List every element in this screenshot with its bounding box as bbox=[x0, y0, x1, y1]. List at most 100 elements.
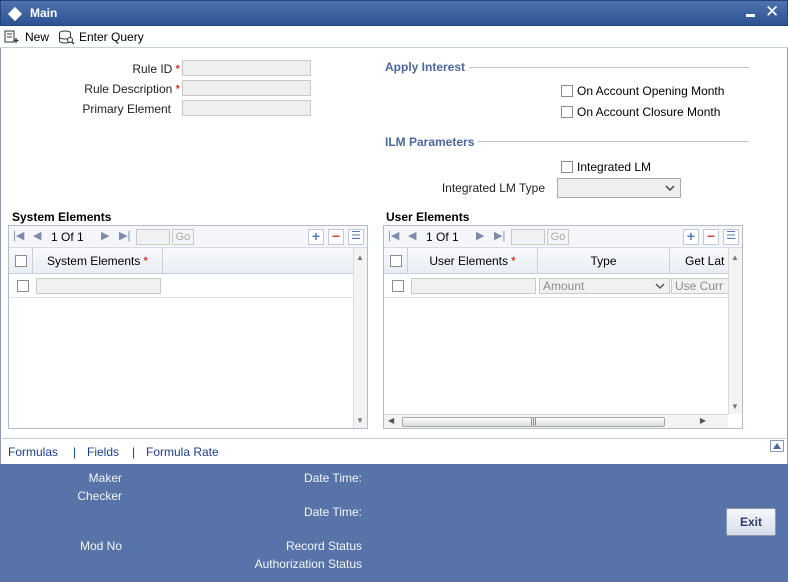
go-button[interactable]: Go bbox=[547, 229, 569, 245]
previous-page-icon[interactable]: ◀ bbox=[33, 229, 41, 242]
integrated-lm-type-select[interactable] bbox=[557, 178, 681, 198]
record-status-label: Record Status bbox=[285, 539, 362, 553]
next-page-icon[interactable]: ▶ bbox=[476, 229, 484, 242]
minimize-icon[interactable] bbox=[745, 9, 757, 19]
page-number-input[interactable] bbox=[136, 229, 170, 245]
select-all-cell bbox=[9, 248, 33, 274]
last-page-icon[interactable]: ▶| bbox=[494, 229, 505, 242]
row-select-checkbox[interactable] bbox=[392, 280, 404, 292]
formula-rate-link[interactable]: Formula Rate bbox=[146, 445, 219, 459]
scroll-right-icon[interactable]: ▶ bbox=[700, 416, 706, 425]
system-elements-grid: |◀ ◀ 1 Of 1 ▶ ▶| Go + − ☰ System Element… bbox=[8, 225, 368, 429]
rule-id-label: Rule ID * bbox=[132, 62, 180, 76]
on-account-closure-month-option[interactable]: On Account Closure Month bbox=[561, 105, 720, 119]
close-icon[interactable]: ✕ bbox=[765, 2, 779, 22]
integrated-lm-type-label: Integrated LM Type bbox=[441, 181, 545, 195]
add-row-icon[interactable]: + bbox=[308, 229, 324, 245]
user-element-input[interactable] bbox=[411, 278, 536, 294]
scroll-up-icon[interactable]: ▲ bbox=[356, 253, 364, 262]
formulas-link[interactable]: Formulas bbox=[8, 445, 58, 459]
collapse-icon[interactable] bbox=[770, 440, 784, 452]
primary-element-field[interactable] bbox=[182, 100, 311, 116]
toolbar: New Enter Query bbox=[0, 26, 788, 48]
page-indicator: 1 Of 1 bbox=[426, 230, 459, 244]
apply-interest-title: Apply Interest bbox=[385, 60, 470, 74]
user-elements-title: User Elements bbox=[386, 210, 470, 224]
maker-label: Maker bbox=[88, 471, 122, 485]
fields-link[interactable]: Fields bbox=[87, 445, 119, 459]
on-account-opening-month-checkbox[interactable] bbox=[561, 85, 573, 97]
window-titlebar: Main ✕ bbox=[0, 0, 788, 26]
row-select-checkbox[interactable] bbox=[17, 280, 29, 292]
last-page-icon[interactable]: ▶| bbox=[119, 229, 130, 242]
link-separator: | bbox=[73, 445, 77, 459]
link-bar: Formulas | Fields | Formula Rate bbox=[0, 438, 788, 464]
new-label: New bbox=[25, 30, 50, 44]
select-all-checkbox[interactable] bbox=[14, 255, 27, 267]
app-diamond-icon bbox=[7, 6, 23, 22]
system-elements-header: System Elements * bbox=[9, 248, 353, 274]
integrated-lm-option[interactable]: Integrated LM bbox=[561, 160, 651, 174]
scroll-down-icon[interactable]: ▼ bbox=[731, 402, 739, 411]
link-separator: | bbox=[132, 445, 136, 459]
vertical-scrollbar[interactable]: ▲ ▼ bbox=[728, 248, 742, 414]
enter-query-icon bbox=[59, 30, 75, 44]
previous-page-icon[interactable]: ◀ bbox=[408, 229, 416, 242]
table-row: Amount Use Curr bbox=[384, 274, 728, 298]
authorization-status-label: Authorization Status bbox=[254, 557, 362, 571]
page-indicator: 1 Of 1 bbox=[51, 230, 84, 244]
date-time-checker-label: Date Time: bbox=[303, 505, 362, 519]
delete-row-icon[interactable]: − bbox=[703, 229, 719, 245]
scroll-down-icon[interactable]: ▼ bbox=[356, 416, 364, 425]
type-column-header: Type bbox=[538, 248, 670, 273]
system-elements-pager: |◀ ◀ 1 Of 1 ▶ ▶| Go + − ☰ bbox=[9, 226, 367, 248]
on-account-opening-month-option[interactable]: On Account Opening Month bbox=[561, 84, 724, 98]
mod-no-label: Mod No bbox=[79, 539, 122, 553]
rule-description-label: Rule Description * bbox=[84, 82, 180, 96]
new-icon bbox=[4, 30, 19, 43]
enter-query-label: Enter Query bbox=[79, 30, 144, 44]
integrated-lm-label: Integrated LM bbox=[577, 160, 652, 174]
on-account-closure-month-label: On Account Closure Month bbox=[577, 105, 721, 119]
first-page-icon[interactable]: |◀ bbox=[388, 229, 399, 242]
select-all-cell bbox=[384, 248, 408, 273]
single-view-icon[interactable]: ☰ bbox=[723, 229, 739, 245]
rule-id-field[interactable] bbox=[182, 60, 311, 76]
audit-panel: Maker Checker Mod No Date Time: Date Tim… bbox=[0, 464, 788, 582]
primary-element-label: Primary Element bbox=[82, 102, 171, 116]
new-button[interactable]: New bbox=[4, 28, 49, 46]
first-page-icon[interactable]: |◀ bbox=[13, 229, 24, 242]
scroll-up-icon[interactable]: ▲ bbox=[731, 253, 739, 262]
go-button[interactable]: Go bbox=[172, 229, 194, 245]
get-latest-column-header: Get Lat bbox=[670, 248, 728, 273]
scroll-left-icon[interactable]: ◀ bbox=[388, 416, 394, 425]
on-account-closure-month-checkbox[interactable] bbox=[561, 106, 573, 118]
delete-row-icon[interactable]: − bbox=[328, 229, 344, 245]
checker-label: Checker bbox=[77, 489, 122, 503]
rule-description-field[interactable] bbox=[182, 80, 311, 96]
window-title: Main bbox=[30, 6, 58, 20]
table-row bbox=[9, 274, 353, 298]
add-row-icon[interactable]: + bbox=[683, 229, 699, 245]
exit-button[interactable]: Exit bbox=[726, 508, 776, 536]
integrated-lm-checkbox[interactable] bbox=[561, 161, 573, 173]
type-select[interactable]: Amount bbox=[539, 278, 670, 294]
on-account-opening-month-label: On Account Opening Month bbox=[577, 84, 725, 98]
horizontal-scroll-thumb[interactable]: ||| bbox=[402, 417, 665, 427]
horizontal-scrollbar[interactable]: ◀ ||| ▶ bbox=[384, 414, 728, 428]
main-form: Rule ID * Rule Description * Primary Eleme… bbox=[0, 48, 788, 438]
system-element-input[interactable] bbox=[36, 278, 161, 294]
single-view-icon[interactable]: ☰ bbox=[348, 229, 364, 245]
ilm-parameters-title: ILM Parameters bbox=[385, 135, 479, 149]
vertical-scrollbar[interactable]: ▲ ▼ bbox=[353, 248, 367, 428]
next-page-icon[interactable]: ▶ bbox=[101, 229, 109, 242]
user-elements-grid: |◀ ◀ 1 Of 1 ▶ ▶| Go + − ☰ User Elements *… bbox=[383, 225, 743, 429]
get-latest-select[interactable]: Use Curr bbox=[671, 278, 728, 294]
select-all-checkbox[interactable] bbox=[389, 255, 402, 267]
enter-query-button[interactable]: Enter Query bbox=[58, 28, 144, 46]
page-number-input[interactable] bbox=[511, 229, 545, 245]
chevron-down-icon bbox=[655, 283, 665, 290]
date-time-maker-label: Date Time: bbox=[303, 471, 362, 485]
system-elements-column-header: System Elements * bbox=[33, 248, 163, 274]
user-elements-header: User Elements * Type Get Lat bbox=[384, 248, 728, 274]
